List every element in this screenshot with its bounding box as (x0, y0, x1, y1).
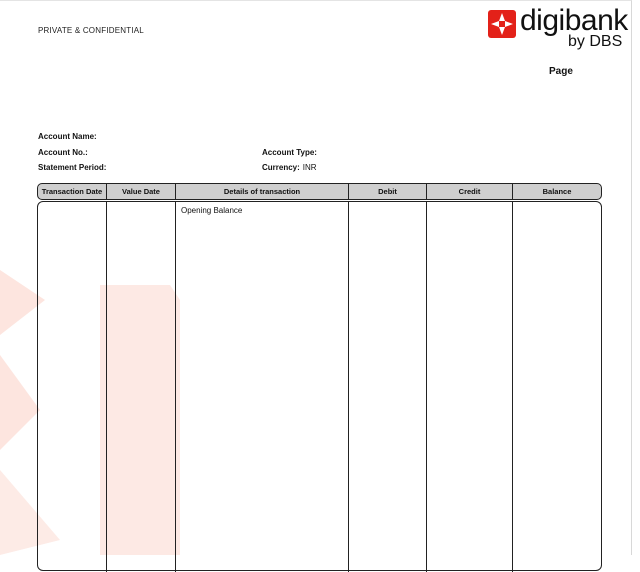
currency-value: INR (302, 163, 317, 172)
statement-period-label: Statement Period: (38, 163, 107, 172)
column-header-details: Details of transaction (176, 184, 349, 199)
table-body (37, 201, 602, 572)
currency-field: Currency: INR (262, 163, 317, 172)
column-header-debit: Debit (349, 184, 427, 199)
statement-period-field: Statement Period: (38, 163, 106, 172)
table-row-opening-balance: Opening Balance (181, 206, 243, 215)
logo-subtitle: by DBS (568, 33, 623, 50)
table-header: Transaction Date Value Date Details of t… (37, 183, 602, 200)
account-name-field: Account Name: (38, 132, 97, 141)
column-divider (426, 202, 427, 572)
dbs-star-icon (488, 10, 516, 38)
column-header-balance: Balance (542, 187, 572, 196)
digibank-logo: digibank by DBS (486, 4, 628, 52)
column-header-transaction-date: Transaction Date (38, 184, 107, 199)
page-label: Page (549, 66, 573, 77)
confidential-label: PRIVATE & CONFIDENTIAL (38, 26, 144, 35)
account-name-label: Account Name: (38, 132, 97, 141)
account-number-field: Account No.: (38, 148, 88, 157)
column-divider (106, 202, 107, 572)
column-header-value-date: Value Date (107, 184, 176, 199)
column-header-credit: Credit (427, 184, 513, 199)
account-number-label: Account No.: (38, 148, 88, 157)
account-type-label: Account Type: (262, 148, 317, 157)
column-divider (512, 202, 513, 572)
column-divider (175, 202, 176, 572)
currency-label: Currency: (262, 163, 300, 172)
account-type-field: Account Type: (262, 148, 317, 157)
column-divider (348, 202, 349, 572)
